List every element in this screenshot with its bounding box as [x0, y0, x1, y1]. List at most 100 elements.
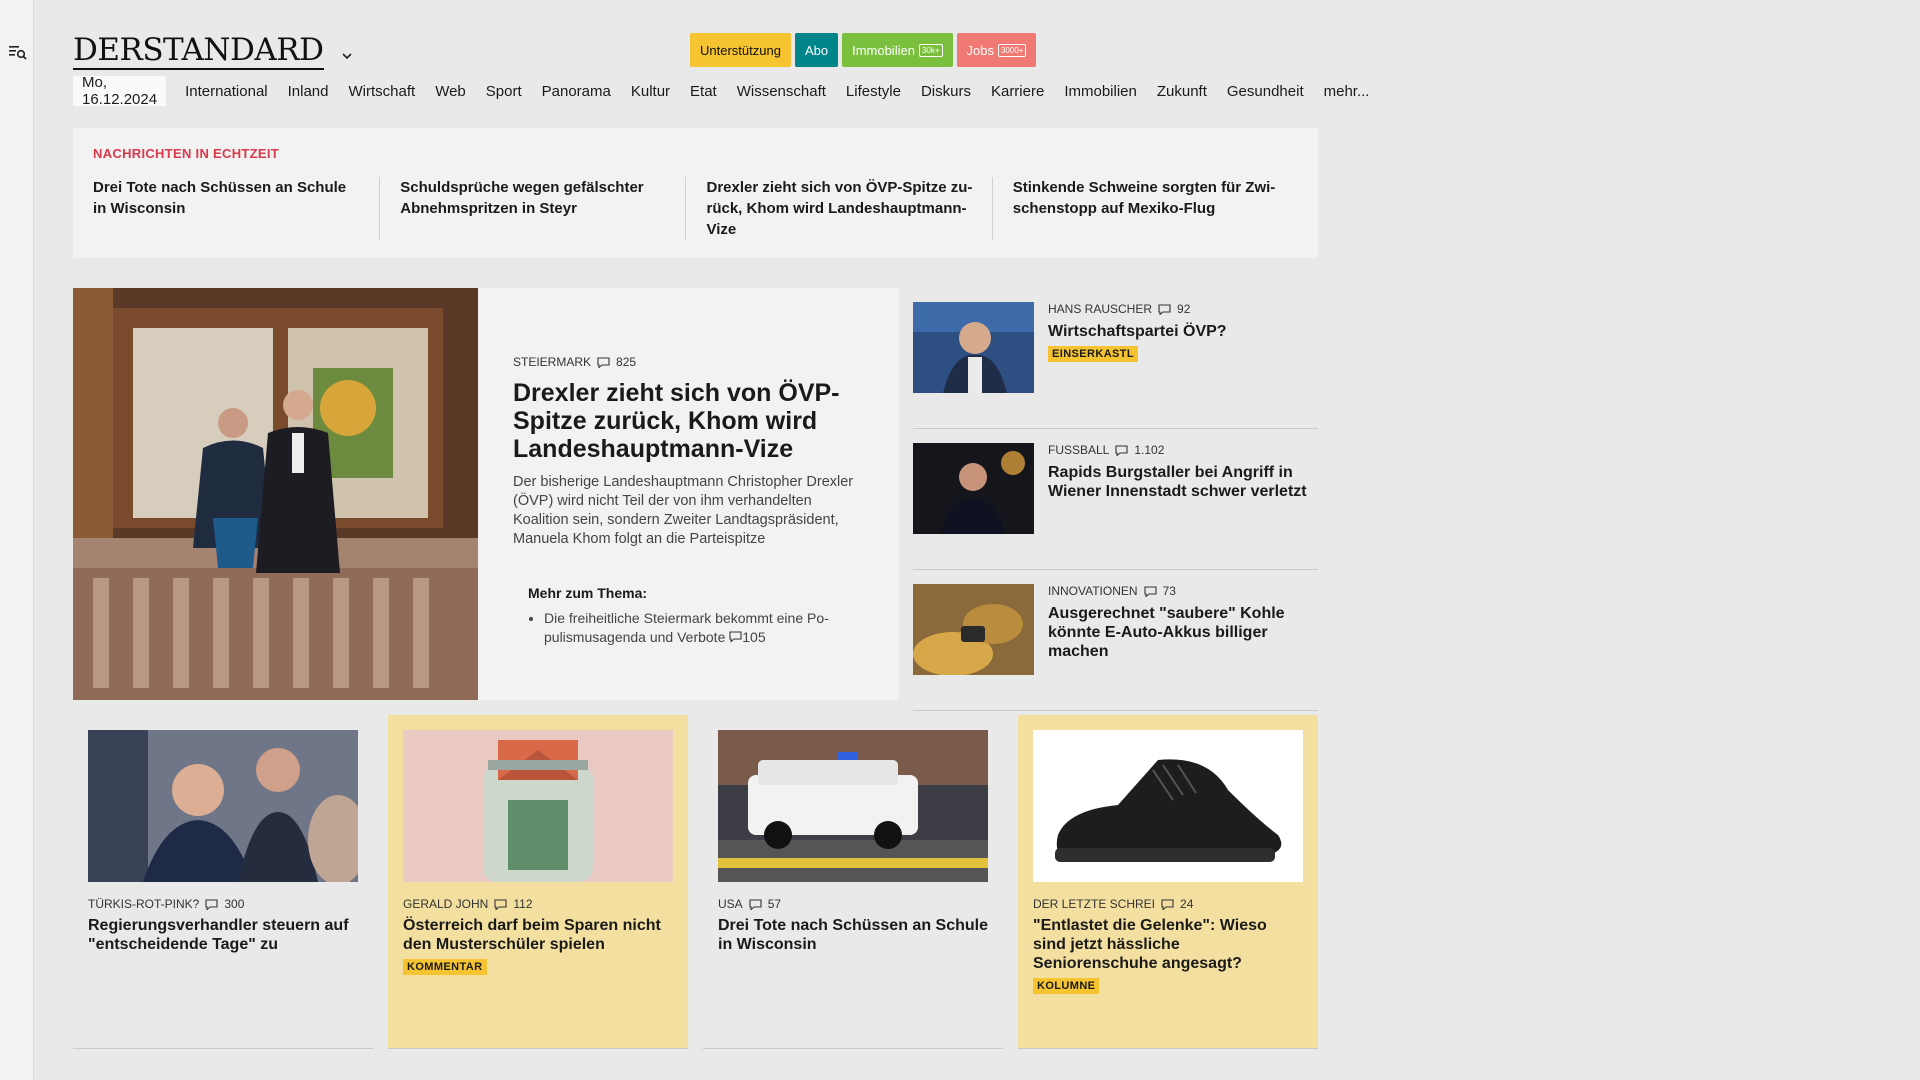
side-story[interactable]: INNOVATIONEN 73 Ausgerechnet "saubere" K…	[913, 570, 1318, 711]
side-story-kicker: INNOVATIONEN 73	[1048, 584, 1318, 598]
date-display: Mo, 16.12.2024	[73, 74, 167, 108]
side-story-comment-count: 73	[1162, 584, 1176, 598]
teaser-image	[88, 730, 358, 882]
comment-icon	[205, 898, 218, 910]
jobs-button[interactable]: Jobs 3000+	[956, 33, 1037, 67]
teaser-image	[403, 730, 673, 882]
side-story-image	[913, 302, 1034, 393]
side-story-image	[913, 584, 1034, 675]
more-topic-link[interactable]: Die freiheitliche Steiermark bekommt ein…	[544, 609, 864, 647]
more-on-topic: Mehr zum Thema: Die freiheitliche Steier…	[513, 585, 864, 647]
teaser-image	[1033, 730, 1303, 882]
lead-title[interactable]: Drexler zieht sich von ÖVP-Spitze zurück…	[513, 379, 864, 463]
teaser-category: TÜRKIS-ROT-PINK?	[88, 897, 200, 911]
nav-item-lifestyle[interactable]: Lifestyle	[846, 83, 901, 100]
teaser-title[interactable]: Regierungsverhandler steuern auf "entsch…	[88, 916, 358, 954]
side-story-category: HANS RAUSCHER	[1048, 302, 1153, 316]
nav-item-zukunft[interactable]: Zukunft	[1157, 83, 1207, 100]
ticker-title: NACHRICHTEN IN ECHTZEIT	[93, 146, 280, 161]
side-story-badge: EINSERKASTL	[1048, 346, 1139, 362]
teaser-comment-count: 24	[1180, 897, 1194, 911]
comment-icon	[1158, 303, 1171, 315]
more-topic-text: Die freiheitliche Steiermark bekommt ein…	[544, 610, 829, 645]
side-stories: HANS RAUSCHER 92 Wirtschaftspartei ÖVP? …	[913, 288, 1318, 711]
abo-button[interactable]: Abo	[794, 33, 839, 67]
teaser-comment-count: 300	[224, 897, 245, 911]
teaser-kicker: USA 57	[718, 897, 988, 911]
teaser-kicker: GERALD JOHN 112	[403, 897, 673, 911]
nav-item-inland[interactable]: Inland	[288, 83, 329, 100]
teaser-category: GERALD JOHN	[403, 897, 489, 911]
side-story-category: FUSSBALL	[1048, 443, 1110, 457]
side-story-title[interactable]: Rapids Burgstaller bei Angriff in Wiener…	[1048, 463, 1318, 501]
nav-item-immobilien[interactable]: Immobilien	[1064, 83, 1137, 100]
nav-item-karriere[interactable]: Karriere	[991, 83, 1044, 100]
ticker-item[interactable]: Drexler zieht sich von ÖVP-Spitze zu­rüc…	[685, 177, 991, 240]
lead-story-image	[73, 288, 478, 700]
nav-item-etat[interactable]: Etat	[690, 83, 717, 100]
teaser-title[interactable]: Österreich darf beim Sparen nicht den Mu…	[403, 916, 673, 954]
side-story-title[interactable]: Ausgerechnet "saubere" Kohle könnte E-Au…	[1048, 604, 1318, 661]
support-button[interactable]: Unterstützung	[690, 33, 791, 67]
side-story-comment-count: 92	[1177, 302, 1191, 316]
comment-icon	[1144, 585, 1157, 597]
chevron-down-icon[interactable]	[341, 51, 352, 61]
ticker-item[interactable]: Schuldsprüche wegen gefälschter Ab­nehms…	[379, 177, 685, 240]
nav-item-wissenschaft[interactable]: Wissenschaft	[737, 83, 826, 100]
comment-icon	[494, 898, 507, 910]
side-story[interactable]: FUSSBALL 1.102 Rapids Burgstaller bei An…	[913, 429, 1318, 570]
top-buttons: Unterstützung Abo Immobilien 30k+ Jobs 3…	[690, 33, 1037, 67]
more-topic-comment-count: 105	[742, 629, 766, 645]
nav-item-mehr[interactable]: mehr...	[1324, 83, 1370, 100]
logo-row: DERSTANDARD	[73, 30, 352, 70]
side-story-kicker: HANS RAUSCHER 92	[1048, 302, 1227, 316]
jobs-tag: 3000+	[997, 43, 1027, 57]
immobilien-label: Immobilien	[852, 42, 915, 58]
comment-icon	[1161, 898, 1174, 910]
teaser-category: DER LETZTE SCHREI	[1033, 897, 1156, 911]
ticker-item[interactable]: Stinkende Schweine sorgten für Zwi­schen…	[991, 177, 1298, 240]
nav-item-panorama[interactable]: Panorama	[542, 83, 611, 100]
comment-icon	[749, 898, 762, 910]
lead-story[interactable]: STEIERMARK 825 Drexler zieht sich von ÖV…	[73, 288, 899, 700]
nav-item-diskurs[interactable]: Diskurs	[921, 83, 971, 100]
ticker-item[interactable]: Drei Tote nach Schüssen an Schule in Wis…	[93, 177, 379, 240]
more-topic-title: Mehr zum Thema:	[528, 585, 648, 601]
live-ticker: NACHRICHTEN IN ECHTZEIT Drei Tote nach S…	[73, 128, 1318, 258]
side-story-kicker: FUSSBALL 1.102	[1048, 443, 1318, 457]
menu-search-icon[interactable]	[8, 42, 28, 62]
teaser-card[interactable]: USA 57 Drei Tote nach Schüssen an Schule…	[703, 715, 1003, 1049]
teaser-image	[718, 730, 988, 882]
teaser-title[interactable]: "Entlastet die Gelenke": Wieso sind jetz…	[1033, 916, 1303, 973]
nav-item-web[interactable]: Web	[435, 83, 466, 100]
teaser-title[interactable]: Drei Tote nach Schüssen an Schule in Wis…	[718, 916, 988, 954]
comment-icon	[597, 356, 610, 368]
site-logo[interactable]: DERSTANDARD	[73, 33, 324, 70]
jobs-label: Jobs	[966, 42, 994, 58]
teaser-card[interactable]: DER LETZTE SCHREI 24 "Entlastet die Gele…	[1018, 715, 1318, 1049]
side-story-image	[913, 443, 1034, 534]
teaser-kicker: DER LETZTE SCHREI 24	[1033, 897, 1303, 911]
teaser-category: USA	[718, 897, 743, 911]
nav-item-wirtschaft[interactable]: Wirtschaft	[349, 83, 416, 100]
comment-icon	[729, 631, 742, 642]
teaser-card[interactable]: GERALD JOHN 112 Österreich darf beim Spa…	[388, 715, 688, 1049]
teaser-card[interactable]: TÜRKIS-ROT-PINK? 300 Regierungsverhandle…	[73, 715, 373, 1049]
teaser-kicker: TÜRKIS-ROT-PINK? 300	[88, 897, 358, 911]
side-rail	[0, 0, 34, 1080]
side-story-category: INNOVATIONEN	[1048, 584, 1138, 598]
teaser-comment-count: 112	[513, 897, 533, 911]
teaser-cards: TÜRKIS-ROT-PINK? 300 Regierungsverhandle…	[73, 715, 1318, 1049]
nav-item-international[interactable]: International	[185, 83, 268, 100]
nav-item-sport[interactable]: Sport	[486, 83, 522, 100]
lead-description: Der bisherige Landeshauptmann Christophe…	[513, 474, 854, 547]
nav-item-gesundheit[interactable]: Gesundheit	[1227, 83, 1304, 100]
side-story-comment-count: 1.102	[1134, 443, 1165, 457]
comment-icon	[1115, 444, 1128, 456]
immobilien-button[interactable]: Immobilien 30k+	[842, 33, 953, 67]
side-story[interactable]: HANS RAUSCHER 92 Wirtschaftspartei ÖVP? …	[913, 288, 1318, 429]
nav-item-kultur[interactable]: Kultur	[631, 83, 670, 100]
teaser-badge: KOLUMNE	[1033, 978, 1100, 994]
side-story-title[interactable]: Wirtschaftspartei ÖVP?	[1048, 322, 1227, 341]
lead-kicker: STEIERMARK 825	[513, 355, 864, 369]
